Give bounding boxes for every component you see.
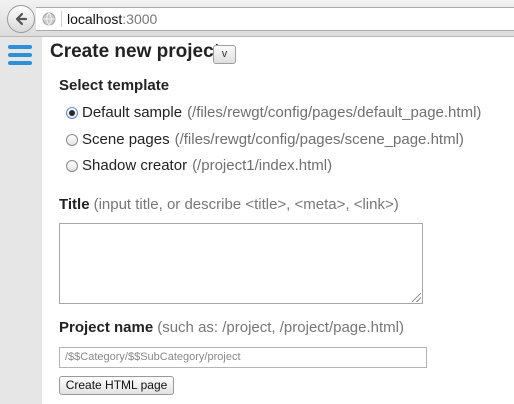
arrow-left-icon bbox=[15, 12, 28, 26]
radio-shadow[interactable] bbox=[66, 160, 78, 172]
project-name-field-label: Project name (such as: /project, /project… bbox=[59, 319, 404, 336]
template-option-path: (/files/rewgt/config/pages/scene_page.ht… bbox=[174, 131, 464, 148]
address-divider bbox=[61, 11, 62, 27]
template-option-label: Shadow creator bbox=[82, 157, 188, 174]
url-host: localhost bbox=[67, 11, 123, 27]
left-sidebar bbox=[0, 37, 42, 404]
url-port: :3000 bbox=[122, 11, 158, 27]
create-html-page-button[interactable]: Create HTML page bbox=[59, 376, 174, 395]
resize-grip-icon[interactable] bbox=[412, 293, 421, 302]
template-option-label: Scene pages bbox=[82, 131, 170, 148]
page-title: Create new project bbox=[50, 41, 220, 62]
collapse-toggle-button[interactable]: v bbox=[213, 45, 236, 64]
url-text: localhost:3000 bbox=[67, 11, 157, 27]
template-option-default[interactable]: Default sample (/files/rewgt/config/page… bbox=[66, 104, 481, 122]
radio-scene[interactable] bbox=[66, 134, 78, 146]
title-field-label: Title (input title, or describe <title>, … bbox=[59, 196, 399, 213]
template-option-path: (/files/rewgt/config/pages/default_page.… bbox=[187, 104, 482, 121]
project-name-label: Project name bbox=[59, 319, 154, 336]
back-button[interactable] bbox=[7, 5, 35, 33]
globe-icon bbox=[42, 12, 56, 26]
project-name-hint: (such as: /project, /project/page.html) bbox=[157, 319, 404, 336]
menu-icon[interactable] bbox=[8, 45, 32, 65]
title-hint: (input title, or describe <title>, <meta… bbox=[93, 196, 399, 213]
template-heading: Select template bbox=[59, 77, 170, 94]
radio-default[interactable] bbox=[66, 107, 78, 119]
template-option-path: (/project1/index.html) bbox=[192, 157, 333, 174]
template-option-scene[interactable]: Scene pages (/files/rewgt/config/pages/s… bbox=[66, 131, 464, 149]
title-label: Title bbox=[59, 196, 90, 213]
address-bar[interactable]: localhost:3000 bbox=[36, 7, 514, 31]
template-option-label: Default sample bbox=[82, 104, 183, 121]
title-textarea[interactable] bbox=[59, 223, 423, 304]
template-option-shadow[interactable]: Shadow creator (/project1/index.html) bbox=[66, 157, 332, 175]
browser-toolbar: localhost:3000 bbox=[0, 0, 514, 37]
project-name-input[interactable]: /$$Category/$$SubCategory/project bbox=[59, 347, 427, 368]
